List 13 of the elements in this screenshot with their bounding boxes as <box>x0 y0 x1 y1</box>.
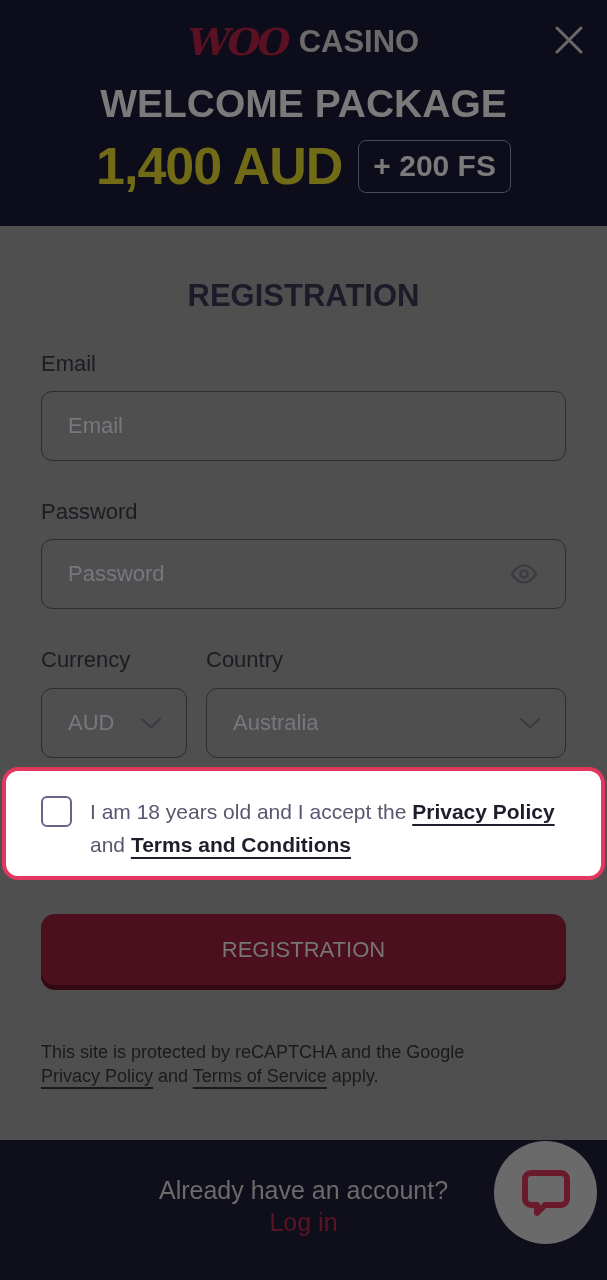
login-prompt: Already have an account? <box>158 1176 449 1204</box>
logo-wordmark: CASINO <box>298 24 420 60</box>
login-link[interactable]: Log in <box>269 1208 338 1236</box>
bonus-amount: 1,400 AUD <box>96 138 343 194</box>
close-icon[interactable] <box>555 26 583 54</box>
promo-title: WELCOME PACKAGE <box>100 82 507 126</box>
checkbox[interactable] <box>41 796 72 827</box>
chat-bubble-icon <box>521 1168 570 1217</box>
logo-script: WOO <box>187 19 290 65</box>
bonus-badge: + 200 FS <box>358 139 511 193</box>
consent-link[interactable]: Terms and Conditions <box>130 833 351 856</box>
consent-text: I am 18 years old and I accept the Privacy Policy and Terms and Conditions <box>90 799 556 858</box>
consent-link[interactable]: Privacy Policy <box>412 800 555 823</box>
